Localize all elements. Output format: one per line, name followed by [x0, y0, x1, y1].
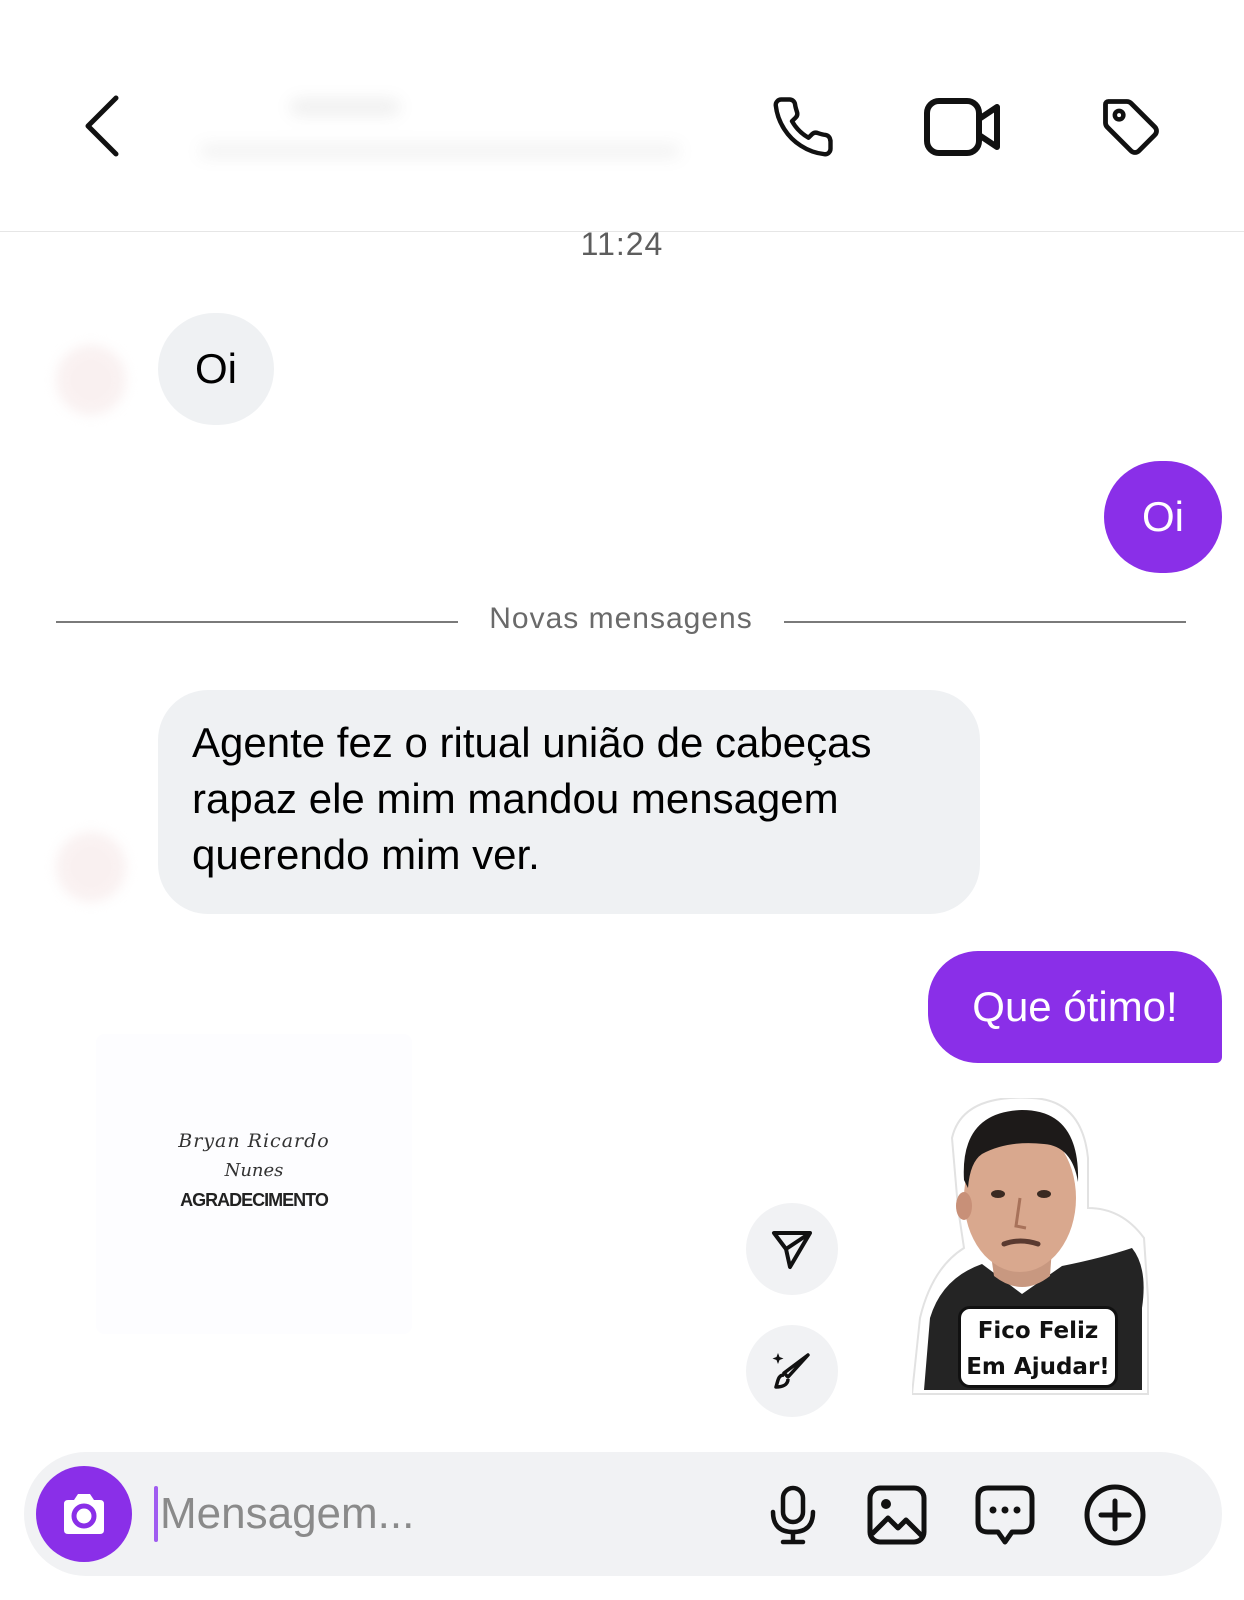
image-attachment-card[interactable]: Bryan Ricardo Nunes AGRADECIMENTO	[96, 1034, 412, 1334]
card-title: AGRADECIMENTO	[180, 1190, 329, 1210]
voice-call-button[interactable]	[766, 90, 840, 164]
message-text: Oi	[1142, 493, 1184, 540]
magic-brush-icon	[772, 1353, 810, 1389]
tag-button[interactable]	[1094, 88, 1168, 166]
chat-header	[0, 0, 1244, 232]
contact-avatar[interactable]	[56, 832, 126, 902]
contact-avatar[interactable]	[56, 345, 126, 415]
sticker-caption-line: Fico Feliz	[977, 1318, 1099, 1344]
tag-icon	[1103, 99, 1159, 155]
signature-line: Bryan Ricardo	[178, 1130, 330, 1152]
outgoing-message[interactable]: Que ótimo!	[928, 951, 1222, 1063]
voice-message-button[interactable]	[760, 1482, 826, 1548]
outgoing-message[interactable]: Oi	[1104, 461, 1222, 573]
image-icon	[867, 1485, 927, 1545]
message-text: Agente fez o ritual união de cabeças rap…	[192, 719, 872, 878]
message-composer	[24, 1452, 1222, 1576]
sticker-message[interactable]: Fico Feliz Em Ajudar!	[912, 1098, 1174, 1396]
sticker-caption-line: Em Ajudar!	[966, 1354, 1110, 1380]
sticker-button[interactable]	[972, 1482, 1038, 1548]
paper-plane-icon	[772, 1231, 812, 1269]
chat-bubble-icon	[975, 1485, 1035, 1545]
incoming-message[interactable]: Oi	[158, 313, 274, 425]
video-camera-icon	[924, 98, 1000, 156]
forward-button[interactable]	[746, 1203, 838, 1295]
signature-line: Nunes	[224, 1160, 284, 1181]
camera-icon	[64, 1494, 104, 1534]
chevron-left-icon	[85, 95, 119, 157]
contact-name-blurred[interactable]	[190, 95, 710, 175]
message-input[interactable]	[160, 1480, 720, 1548]
new-messages-divider: Novas mensagens	[56, 600, 1186, 644]
plus-circle-icon	[1084, 1484, 1146, 1546]
phone-icon	[773, 97, 833, 157]
gallery-button[interactable]	[864, 1482, 930, 1548]
microphone-icon	[770, 1485, 816, 1545]
back-button[interactable]	[70, 88, 134, 164]
sticker-caption: Fico Feliz Em Ajudar!	[958, 1306, 1118, 1388]
incoming-message[interactable]: Agente fez o ritual união de cabeças rap…	[158, 690, 980, 914]
message-text: Oi	[195, 345, 237, 392]
edit-sticker-button[interactable]	[746, 1325, 838, 1417]
text-caret	[154, 1486, 158, 1542]
more-options-button[interactable]	[1082, 1482, 1148, 1548]
camera-button[interactable]	[36, 1466, 132, 1562]
divider-label: Novas mensagens	[489, 602, 753, 635]
divider-line	[56, 621, 458, 623]
message-timestamp: 11:24	[580, 226, 664, 262]
message-text: Que ótimo!	[972, 983, 1178, 1030]
video-call-button[interactable]	[918, 90, 1008, 164]
divider-line	[784, 621, 1186, 623]
